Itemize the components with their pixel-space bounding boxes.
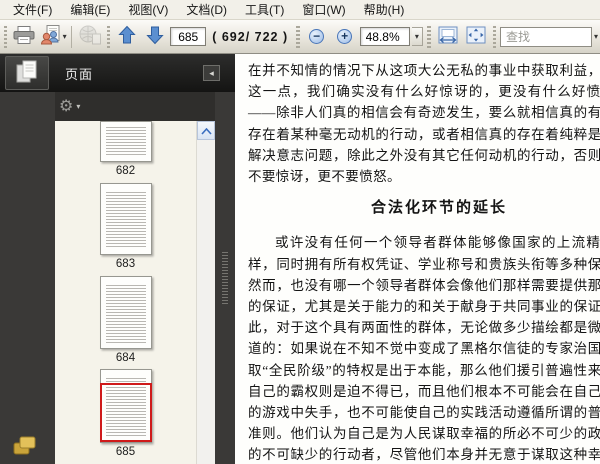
menu-document[interactable]: 文档(D) — [177, 0, 236, 20]
zoom-out-button[interactable]: − — [304, 24, 330, 50]
pages-panel-header: 页面 ◂ — [0, 54, 235, 92]
splitter-handle-icon — [222, 252, 228, 304]
page-thumbnail[interactable] — [99, 183, 152, 255]
zoom-in-button[interactable]: + — [332, 24, 358, 50]
arrow-up-icon — [117, 25, 137, 48]
collapse-panel-button[interactable]: ◂ — [203, 65, 220, 81]
chevron-down-icon: ▾ — [62, 31, 67, 41]
thumbnail-label: 685 — [115, 446, 136, 458]
panel-resize-splitter[interactable] — [215, 92, 235, 464]
printer-icon — [13, 26, 35, 47]
section-heading: 合法化环节的延长 — [370, 200, 507, 217]
toolbar: ▾ 685 (692/ 722) − + 48.8% ▾ 查找 ▾ — [0, 20, 600, 54]
panel-body: ⚙ ▾ 682 683 684 685 — [0, 92, 235, 464]
thumbnail-page-685-current[interactable]: 685 — [99, 369, 152, 458]
toolbar-grip[interactable] — [492, 25, 497, 48]
thumbnail-list: 682 683 684 685 — [55, 121, 196, 464]
fit-page-button[interactable] — [463, 24, 489, 50]
thumbnail-label: 683 — [115, 258, 136, 270]
comments-icon[interactable] — [13, 436, 37, 458]
thumbnail-scrollbar[interactable] — [196, 121, 215, 464]
page-thumbnail[interactable] — [99, 369, 152, 443]
next-page-button[interactable] — [142, 24, 168, 50]
chevron-down-icon: ▾ — [414, 31, 419, 41]
fit-width-button[interactable] — [435, 24, 461, 50]
chevron-down-icon[interactable]: ▾ — [76, 102, 80, 111]
toolbar-grip[interactable] — [427, 25, 431, 48]
thumbnail-label: 684 — [115, 352, 136, 364]
pages-tab-button[interactable] — [5, 56, 49, 90]
pdf-reader-window: 文件(F) 编辑(E) 视图(V) 文档(D) 工具(T) 窗口(W) 帮助(H… — [0, 0, 600, 464]
current-view-indicator[interactable] — [99, 383, 152, 442]
fit-width-icon — [438, 26, 458, 47]
search-dropdown-icon[interactable]: ▾ — [594, 32, 598, 41]
thumbnail-content — [105, 127, 146, 156]
globe-document-icon — [79, 25, 101, 48]
panel-tab-strip — [0, 92, 55, 464]
toolbar-grip[interactable] — [4, 25, 8, 48]
thumbnail-content — [105, 285, 146, 343]
document-page[interactable]: 在并不知情的情况下从这项大公无私的事业中获取利益，关于这一点，我们确实没有什么好… — [235, 54, 600, 464]
scroll-up-button[interactable] — [197, 121, 215, 140]
upload-web-button — [77, 24, 103, 50]
zoom-out-icon: − — [309, 29, 325, 44]
zoom-dropdown-button[interactable]: ▾ — [411, 27, 424, 46]
panel-options-row: ⚙ ▾ — [55, 92, 215, 121]
collaborate-button[interactable]: ▾ — [39, 24, 67, 50]
menu-window[interactable]: 窗口(W) — [293, 0, 354, 20]
previous-page-button[interactable] — [114, 24, 140, 50]
menu-view[interactable]: 视图(V) — [119, 0, 177, 20]
document-paragraph: 或许没有任何一个领导者群体能够像国家的上流精英那样，同时拥有所有权凭证、学业称号… — [248, 235, 600, 463]
zoom-level-input[interactable] — [359, 27, 410, 46]
content-area: 页面 ◂ ⚙ ▾ 682 683 684 685 在并不知情的情况下从这项大公无… — [0, 54, 600, 464]
menu-help[interactable]: 帮助(H) — [355, 0, 414, 20]
document-paragraph: 在并不知情的情况下从这项大公无私的事业中获取利益，关于这一点，我们确实没有什么好… — [248, 63, 600, 185]
page-thumbnail[interactable] — [99, 276, 152, 349]
page-number-input[interactable] — [170, 27, 207, 46]
thumbnail-page-683[interactable]: 683 — [99, 183, 152, 270]
menu-bar: 文件(F) 编辑(E) 视图(V) 文档(D) 工具(T) 窗口(W) 帮助(H… — [0, 0, 600, 20]
pages-icon — [15, 59, 39, 88]
zoom-in-icon: + — [337, 29, 353, 44]
arrow-down-icon — [145, 25, 165, 48]
gear-icon[interactable]: ⚙ — [59, 98, 73, 115]
search-input[interactable] — [500, 26, 593, 47]
thumbnail-page-682[interactable]: 682 — [99, 121, 152, 177]
page-thumbnail[interactable] — [99, 121, 152, 162]
collaborate-icon — [39, 25, 61, 48]
toolbar-grip[interactable] — [106, 25, 111, 48]
thumbnails-area: ⚙ ▾ 682 683 684 685 — [55, 92, 215, 464]
toolbar-grip[interactable] — [296, 25, 300, 48]
print-button[interactable] — [11, 24, 37, 50]
menu-edit[interactable]: 编辑(E) — [61, 0, 119, 20]
toolbar-separator — [70, 25, 72, 48]
document-text: 在并不知情的情况下从这项大公无私的事业中获取利益，关于这一点，我们确实没有什么好… — [248, 60, 600, 464]
page-count-label: ( 692/ 722 ) — [212, 29, 289, 44]
thumbnail-label: 682 — [115, 165, 136, 177]
chevron-up-icon — [200, 124, 212, 138]
fit-page-icon — [466, 26, 486, 47]
navigation-panel: 页面 ◂ ⚙ ▾ 682 683 684 685 — [0, 54, 235, 464]
thumbnail-page-684[interactable]: 684 — [99, 276, 152, 364]
panel-title: 页面 — [65, 66, 94, 82]
menu-tools[interactable]: 工具(T) — [236, 0, 293, 20]
menu-file[interactable]: 文件(F) — [4, 0, 61, 20]
thumbnail-content — [105, 192, 146, 249]
thumbnail-scroll-region: 682 683 684 685 — [55, 121, 215, 464]
